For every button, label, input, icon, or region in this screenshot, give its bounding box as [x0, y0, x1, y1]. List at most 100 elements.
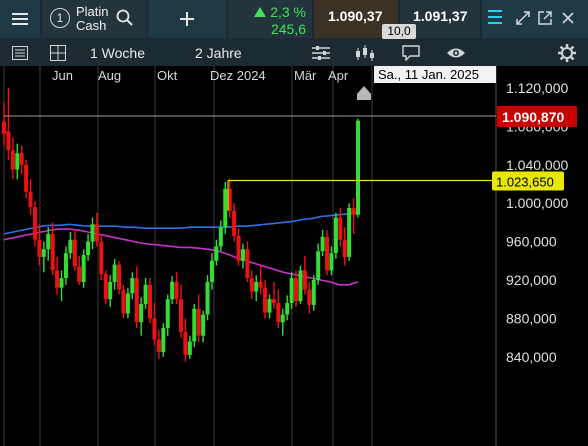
candle-body	[289, 278, 294, 304]
change-absolute: 245,6	[270, 21, 306, 37]
candle	[156, 329, 161, 359]
candle	[320, 230, 325, 256]
candle-body	[258, 281, 263, 288]
candle-body	[333, 217, 338, 254]
gear-icon	[558, 44, 576, 62]
candle-body	[24, 164, 29, 192]
candle	[46, 227, 51, 261]
candle-body	[347, 208, 352, 257]
candle	[121, 284, 126, 319]
candle-body	[276, 303, 281, 323]
candle-body	[165, 299, 170, 328]
candle	[240, 243, 245, 269]
candle	[19, 145, 24, 175]
candle	[117, 260, 122, 295]
expand-icon[interactable]	[516, 11, 530, 25]
x-axis-labels: Jun Aug Okt Dez 2024 Mär Apr	[52, 68, 349, 83]
plus-icon	[180, 12, 194, 26]
candle-body	[218, 227, 223, 247]
candle-body	[117, 264, 122, 290]
candle	[218, 220, 223, 252]
candle-body	[298, 270, 303, 302]
moving-average-blue	[3, 212, 359, 235]
indicators-button[interactable]	[312, 40, 330, 66]
settings-button[interactable]	[558, 40, 576, 66]
candle-body	[201, 314, 206, 336]
y-tick-label: 920,000	[506, 272, 557, 288]
checkbox-icon[interactable]	[488, 10, 502, 26]
candle	[201, 310, 206, 343]
period-interval-dropdown[interactable]: 1 Woche	[90, 40, 145, 66]
candle	[209, 253, 214, 290]
close-icon[interactable]	[562, 12, 574, 24]
candle	[236, 228, 241, 266]
candle	[15, 143, 20, 180]
candle-body	[351, 208, 356, 215]
candle	[125, 287, 130, 319]
candle-body	[192, 308, 197, 342]
add-button[interactable]	[148, 0, 226, 38]
candle-body	[267, 299, 272, 313]
ask-price: 1.091,37	[413, 8, 468, 24]
candle-body	[143, 284, 148, 304]
candle	[81, 249, 86, 288]
candle	[77, 256, 82, 285]
candle-body	[316, 251, 321, 280]
price-chart[interactable]: JunAugOktDez 2024MärApr 1.120,0001.080,0…	[0, 66, 588, 446]
candle	[10, 137, 15, 180]
candle	[179, 284, 183, 338]
candle	[6, 88, 11, 160]
table-view-button[interactable]	[12, 40, 28, 66]
candle-body	[37, 239, 42, 257]
search-icon[interactable]	[116, 9, 134, 27]
comment-button[interactable]	[402, 40, 420, 66]
candle-body	[232, 210, 237, 236]
candle-body	[15, 153, 20, 170]
candle-body	[112, 264, 117, 282]
candle	[130, 272, 135, 300]
menu-button[interactable]	[0, 0, 40, 38]
list-icon	[12, 46, 28, 60]
hamburger-icon	[12, 13, 28, 25]
candle	[90, 217, 95, 250]
candle	[24, 160, 29, 199]
instrument-selector[interactable]: 1 Platin Cash	[42, 0, 146, 38]
candle-body	[130, 278, 135, 294]
candle-body	[311, 280, 316, 305]
candle	[316, 243, 321, 285]
candle-body	[28, 191, 33, 208]
candle-body	[59, 278, 64, 288]
candle-body	[342, 239, 347, 257]
candle	[298, 265, 303, 304]
candle-body	[320, 236, 325, 252]
candle-body	[103, 274, 108, 300]
y-tick-label: 840,000	[506, 349, 557, 365]
candle-body	[183, 331, 188, 355]
candle	[148, 278, 153, 324]
candle	[112, 258, 117, 290]
candle-body	[72, 239, 77, 267]
instrument-name: Platin Cash	[76, 5, 109, 33]
candle	[68, 232, 73, 259]
period-range-dropdown[interactable]: 2 Jahre	[195, 40, 242, 66]
candle	[214, 239, 219, 266]
layout-button[interactable]	[50, 40, 66, 66]
candle	[63, 246, 68, 285]
candle	[108, 275, 113, 307]
candle	[249, 270, 254, 300]
y-tick-label: 880,000	[506, 310, 557, 326]
candle-body	[249, 278, 254, 292]
popout-icon[interactable]	[538, 11, 552, 25]
candle-body	[90, 224, 95, 242]
candle	[192, 304, 197, 348]
chart-type-button[interactable]	[354, 40, 376, 66]
candle	[134, 266, 139, 328]
candle	[196, 294, 201, 343]
x-tick-label: Apr	[328, 68, 349, 83]
candle	[86, 233, 91, 261]
y-tick-label: 960,000	[506, 234, 557, 250]
visibility-button[interactable]	[446, 40, 466, 66]
candle	[285, 295, 290, 321]
candle	[347, 203, 352, 261]
candle-body	[263, 287, 268, 313]
